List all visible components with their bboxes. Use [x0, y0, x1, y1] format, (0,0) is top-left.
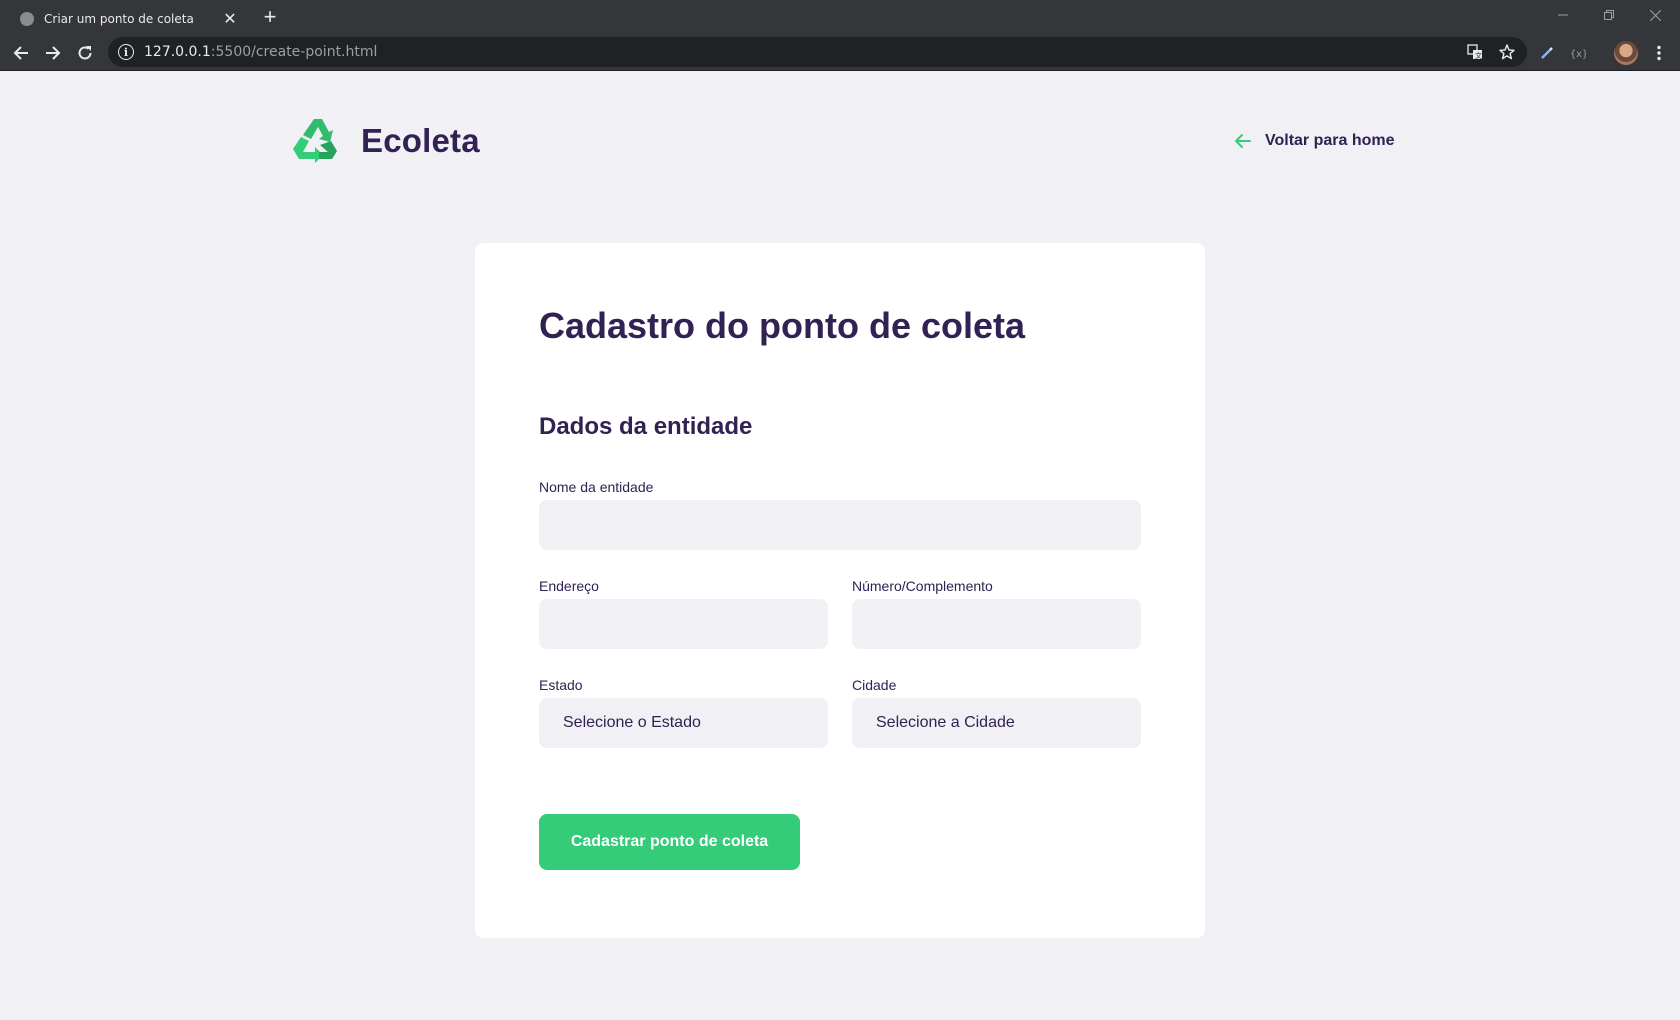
number-field-label: Número/Complemento	[852, 578, 993, 594]
form-title: Cadastro do ponto de coleta	[539, 305, 1026, 346]
create-point-form: Cadastro do ponto de coleta Dados da ent…	[475, 243, 1205, 938]
tab-title: Criar um ponto de coleta	[44, 11, 194, 26]
color-picker-extension-icon[interactable]	[1536, 42, 1558, 64]
city-field-label: Cidade	[852, 677, 897, 693]
number-complement-input[interactable]	[852, 599, 1141, 649]
forward-button[interactable]	[40, 40, 66, 66]
logo-text: Ecoleta	[361, 122, 480, 159]
svg-text:文: 文	[1475, 51, 1482, 60]
browser-tab[interactable]: Criar um ponto de coleta ✕	[8, 3, 248, 34]
translate-icon[interactable]: 文	[1466, 43, 1484, 61]
address-field-label: Endereço	[539, 578, 599, 594]
profile-avatar[interactable]	[1614, 41, 1638, 65]
url-path: :5500/create-point.html	[210, 44, 378, 60]
back-arrow-icon	[13, 46, 28, 60]
bookmark-star-icon[interactable]	[1498, 43, 1516, 61]
state-select[interactable]: Selecione o Estado	[539, 698, 828, 748]
minimize-icon	[1558, 14, 1568, 16]
browser-toolbar: i 127.0.0.1:5500/create-point.html 文 {x}	[0, 34, 1680, 71]
state-field-label: Estado	[539, 677, 583, 693]
back-to-home-link[interactable]: Voltar para home	[1233, 131, 1395, 151]
back-button[interactable]	[8, 40, 34, 66]
name-field-label: Nome da entidade	[539, 479, 654, 495]
extension-icon[interactable]: {x}	[1567, 42, 1589, 64]
url-host: 127.0.0.1	[144, 44, 211, 60]
entity-name-input[interactable]	[539, 500, 1141, 550]
svg-text:{x}: {x}	[1570, 49, 1586, 60]
city-select-value: Selecione a Cidade	[876, 714, 1015, 731]
back-link-label: Voltar para home	[1265, 132, 1395, 149]
arrow-left-icon	[1235, 134, 1251, 148]
section-title: Dados da entidade	[539, 413, 753, 440]
browser-menu-icon[interactable]	[1648, 42, 1670, 64]
address-bar[interactable]: i 127.0.0.1:5500/create-point.html 文	[108, 37, 1527, 67]
recycle-icon	[293, 119, 337, 163]
globe-icon	[20, 11, 34, 26]
address-input[interactable]	[539, 599, 828, 649]
restore-icon	[1604, 10, 1614, 20]
state-select-value: Selecione o Estado	[563, 714, 701, 731]
city-select[interactable]: Selecione a Cidade	[852, 698, 1141, 748]
restore-button[interactable]	[1586, 0, 1632, 30]
site-info-icon[interactable]: i	[118, 44, 134, 60]
close-window-icon	[1649, 9, 1661, 21]
reload-button[interactable]	[72, 40, 98, 66]
close-window-button[interactable]	[1632, 0, 1678, 30]
minimize-button[interactable]	[1540, 0, 1586, 30]
submit-button[interactable]: Cadastrar ponto de coleta	[539, 814, 800, 870]
browser-tab-bar: Criar um ponto de coleta ✕ +	[0, 0, 1680, 34]
ecoleta-logo[interactable]: Ecoleta	[289, 117, 480, 165]
reload-icon	[78, 46, 92, 60]
forward-arrow-icon	[46, 46, 61, 60]
close-tab-icon[interactable]: ✕	[222, 11, 238, 28]
page: Ecoleta Voltar para home Cadastro do pon…	[0, 71, 1680, 1020]
new-tab-button[interactable]: +	[258, 5, 282, 29]
